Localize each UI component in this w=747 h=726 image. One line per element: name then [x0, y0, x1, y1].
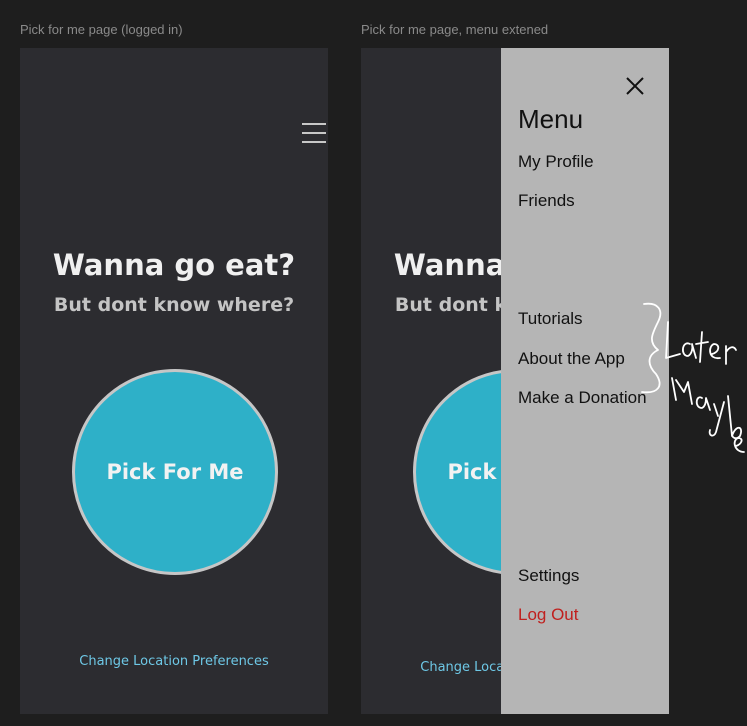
frame-label-menu-extended: Pick for me page, menu extened	[361, 22, 549, 37]
menu-item-log-out[interactable]: Log Out	[518, 605, 579, 625]
pick-for-me-label: Pick For Me	[106, 460, 244, 484]
menu-item-my-profile[interactable]: My Profile	[518, 152, 594, 172]
menu-item-about[interactable]: About the App	[518, 349, 625, 369]
pick-for-me-button[interactable]: Pick For Me	[72, 369, 278, 575]
hamburger-menu-icon[interactable]	[302, 123, 326, 143]
menu-item-friends[interactable]: Friends	[518, 191, 575, 211]
close-icon[interactable]	[624, 75, 646, 97]
headline: Wanna go eat?	[52, 248, 296, 282]
menu-item-settings[interactable]: Settings	[518, 566, 579, 586]
menu-item-donation[interactable]: Make a Donation	[518, 388, 647, 408]
handwritten-later-maybe-annotation	[641, 302, 745, 453]
subheadline: But dont know where?	[53, 294, 295, 316]
menu-item-tutorials[interactable]: Tutorials	[518, 309, 583, 329]
pick-for-me-frame-logged-in: Wanna go eat? But dont know where? Pick …	[20, 48, 328, 714]
menu-title: Menu	[518, 104, 584, 134]
change-location-link[interactable]: Change Location Preferences	[20, 654, 328, 669]
frame-label-logged-in: Pick for me page (logged in)	[20, 22, 183, 37]
